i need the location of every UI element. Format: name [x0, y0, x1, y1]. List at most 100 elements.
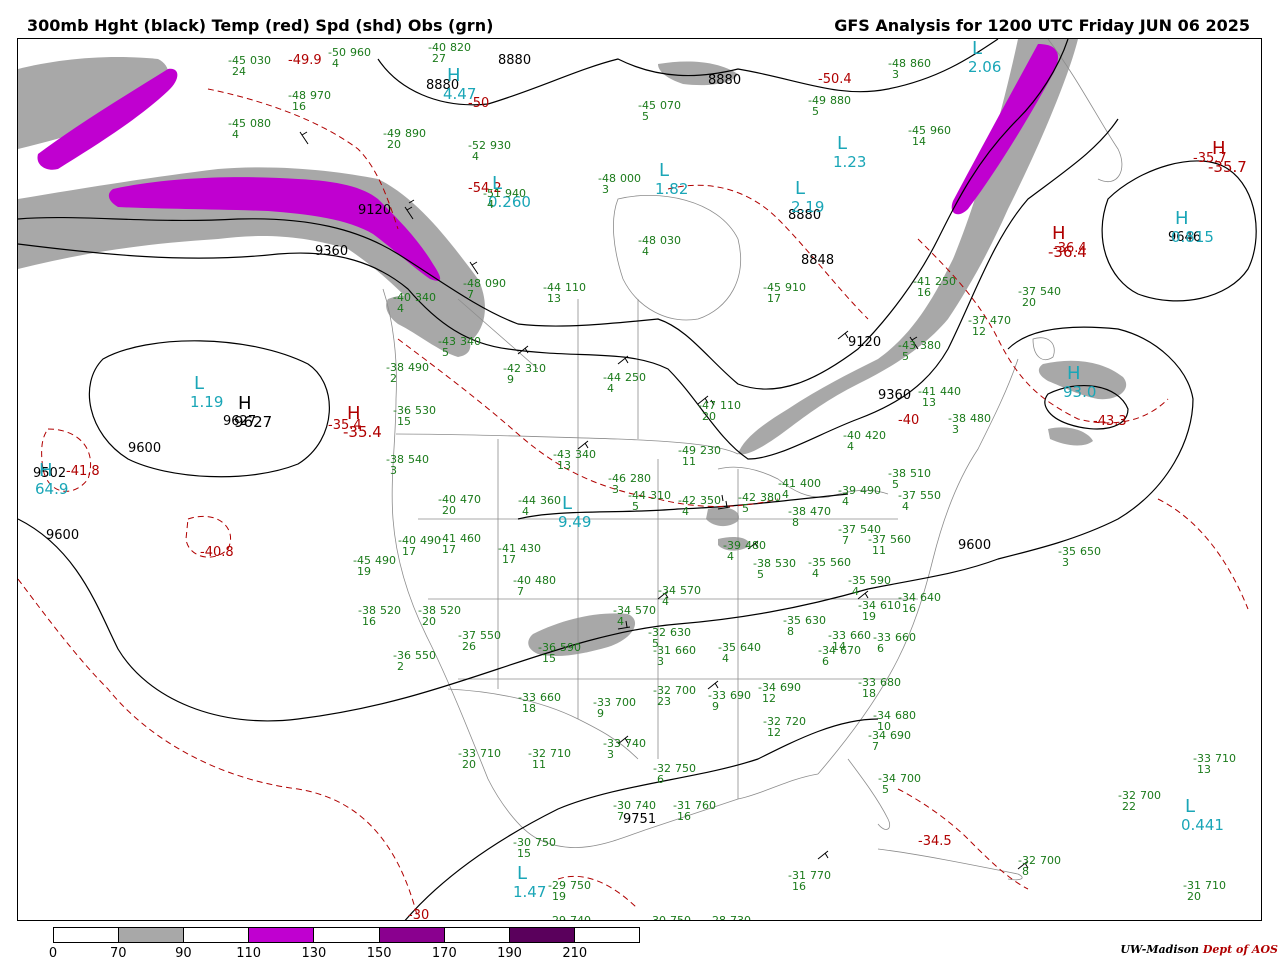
obs-speed: 7 — [842, 534, 849, 547]
pressure-center-letter: H — [1212, 138, 1226, 159]
obs-speed: 5 — [882, 783, 889, 796]
obs-height: 400 — [800, 477, 821, 490]
obs-speed: 4 — [617, 615, 624, 628]
obs-speed: 6 — [877, 642, 884, 655]
obs-height: 550 — [920, 489, 941, 502]
pressure-center-value: 1.82 — [655, 180, 688, 198]
obs-height: 430 — [520, 542, 541, 555]
colorbar-tick-label: 190 — [497, 946, 522, 961]
hudson-bay — [613, 194, 741, 321]
obs-height: 890 — [405, 127, 426, 140]
pressure-center-letter: H — [1067, 363, 1081, 384]
obs-height: 690 — [890, 729, 911, 742]
colorbar-tick-label: 150 — [366, 946, 392, 961]
obs-height: 490 — [408, 361, 429, 374]
obs-speed: 17 — [402, 545, 416, 558]
height-label: 9600 — [46, 528, 79, 543]
colorbar-segment — [249, 928, 315, 942]
colorbar-tick-label: 130 — [301, 946, 327, 961]
obs-height: 560 — [890, 533, 911, 546]
obs-speed: 18 — [862, 687, 876, 700]
obs-height: 690 — [780, 681, 801, 694]
obs-height: 630 — [670, 626, 691, 639]
obs-height: 280 — [630, 472, 651, 485]
cuba — [877, 848, 1023, 881]
obs-height: 360 — [540, 494, 561, 507]
obs-speed: 2 — [397, 660, 404, 673]
obs-height: 460 — [460, 532, 481, 545]
colorbar-segment — [509, 928, 575, 942]
obs-speed: 16 — [902, 602, 916, 615]
obs-height: 030 — [250, 54, 271, 67]
obs-speed: 18 — [522, 702, 536, 715]
obs-height: 480 — [535, 574, 556, 587]
obs-height: 750 — [675, 762, 696, 775]
obs-speed: 8 — [1022, 865, 1029, 878]
pressure-center-value: 0.441 — [1181, 816, 1224, 834]
obs-height: 440 — [940, 385, 961, 398]
obs-height: 110 — [565, 281, 586, 294]
obs-speed: 4 — [682, 505, 689, 518]
obs-height: 750 — [535, 836, 556, 849]
obs-temperature: -30 — [648, 914, 666, 921]
obs-speed: 19 — [862, 610, 876, 623]
obs-speed: 22 — [1122, 800, 1136, 813]
obs-height: 640 — [920, 591, 941, 604]
obs-height: 530 — [775, 557, 796, 570]
pressure-center-letter: H — [39, 460, 53, 481]
obs-speed: 7 — [617, 810, 624, 823]
obs-speed: 4 — [812, 567, 819, 580]
obs-height: 480 — [970, 412, 991, 425]
temp-contour-8 — [1157, 498, 1249, 610]
obs-height: 340 — [415, 291, 436, 304]
obs-speed: 15 — [397, 415, 411, 428]
pressure-center-value: 2.19 — [791, 198, 824, 216]
obs-height: 520 — [440, 604, 461, 617]
obs-speed: 20 — [387, 138, 401, 151]
pressure-center-value: 2.06 — [968, 58, 1001, 76]
jet-gray-atlantic2 — [1048, 427, 1093, 446]
obs-speed: 8 — [787, 625, 794, 638]
obs-height: 470 — [460, 493, 481, 506]
obs-height: 510 — [910, 467, 931, 480]
pressure-center-letter: L — [837, 133, 847, 154]
obs-speed: 13 — [1197, 763, 1211, 776]
obs-height: 740 — [570, 914, 591, 921]
obs-height: 710 — [550, 747, 571, 760]
obs-height: 380 — [920, 339, 941, 352]
pressure-center-letter: H — [238, 393, 252, 414]
obs-speed: 3 — [612, 483, 619, 496]
obs-speed: 16 — [362, 615, 376, 628]
obs-height: 710 — [1215, 752, 1236, 765]
obs-height: 250 — [625, 371, 646, 384]
obs-height: 340 — [460, 335, 481, 348]
obs-height: 570 — [635, 604, 656, 617]
colorbar-segment — [184, 928, 250, 942]
obs-speed: 24 — [232, 65, 246, 78]
pressure-center-letter: H — [1175, 208, 1189, 229]
obs-height: 680 — [895, 709, 916, 722]
height-label: 9120 — [848, 335, 881, 350]
pressure-center-value: -35.7 — [1208, 158, 1247, 176]
temp-label: -34.5 — [918, 834, 952, 849]
obs-speed: 11 — [872, 544, 886, 557]
obs-speed: 4 — [522, 505, 529, 518]
obs-speed: 4 — [852, 585, 859, 598]
obs-speed: 17 — [767, 292, 781, 305]
obs-height: 660 — [895, 631, 916, 644]
obs-height: 110 — [720, 399, 741, 412]
pressure-center-value: 1.47 — [513, 883, 546, 901]
obs-speed: 3 — [1062, 556, 1069, 569]
obs-height: 520 — [380, 604, 401, 617]
obs-height: 540 — [408, 453, 429, 466]
obs-speed: 15 — [542, 652, 556, 665]
pressure-center-letter: H — [347, 403, 361, 424]
obs-height: 750 — [670, 914, 691, 921]
obs-speed: 20 — [462, 758, 476, 771]
obs-speed: 8 — [792, 516, 799, 529]
pressure-center-value: 1.19 — [190, 393, 223, 411]
obs-height: 310 — [525, 362, 546, 375]
temp-label: -49.9 — [288, 53, 322, 68]
obs-speed: 13 — [557, 459, 571, 472]
pressure-center-value: 9.49 — [558, 513, 591, 531]
